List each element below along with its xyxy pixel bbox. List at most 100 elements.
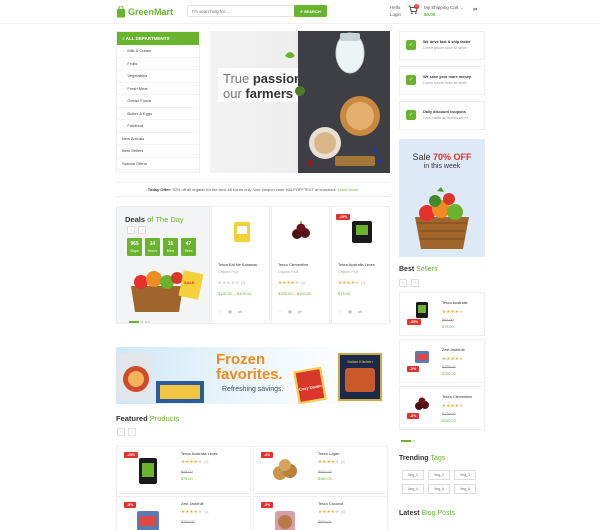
tag-chip[interactable]: Veg_1 <box>402 470 424 480</box>
deals-pagination[interactable] <box>129 319 152 325</box>
tag-chip[interactable]: Veg_2 <box>428 470 450 480</box>
frozen-subline: Refreshing savings. <box>222 386 284 393</box>
product-name[interactable]: Tesco Australia Limes <box>338 263 375 267</box>
category-icon: ◦ <box>122 110 124 116</box>
product-image[interactable] <box>133 457 163 485</box>
best-sellers-pagination[interactable] <box>401 438 417 444</box>
best-seller-item[interactable]: -8% Tesco Clementine ★★★★★ $109.00 $160.00 <box>399 386 485 430</box>
deals-next-arrow[interactable]: › <box>138 226 146 234</box>
frozen-favorites-banner[interactable]: Frozen favorites. Refreshing savings. Co… <box>116 347 390 404</box>
product-actions: ♡ ◉ ⇄ <box>278 309 302 315</box>
product-image[interactable] <box>348 220 376 244</box>
product-rating: ★★★★★ (1) <box>318 459 345 465</box>
sidebar-item[interactable]: ◦ Fastfood <box>117 120 199 133</box>
star-icon: ★ <box>458 309 464 314</box>
product-image[interactable] <box>412 348 432 366</box>
logo[interactable]: GreenMart <box>116 5 173 18</box>
sidebar-extra-item[interactable]: Best Sellers <box>117 145 199 158</box>
product-name[interactable]: Tesco Australia <box>442 301 468 305</box>
rating-stars: ★★★★★ <box>181 509 202 514</box>
learn-more-link[interactable]: Learn more <box>338 187 358 192</box>
category-icon: ◦ <box>122 60 124 66</box>
best-sellers-prev-arrow[interactable]: ‹ <box>399 279 407 287</box>
deal-product-card[interactable]: Tesco Clementine Organic Fruit ★★★★★ (1) $10… <box>271 206 330 324</box>
compare-icon[interactable]: ⇄ <box>473 7 477 13</box>
product-image[interactable] <box>270 457 300 485</box>
category-icon: ◦ <box>122 73 124 78</box>
sidebar-item[interactable]: ◦ Butter & Eggs <box>117 108 199 120</box>
product-name[interactable]: Zest Jackfruit <box>442 348 465 352</box>
quick-view-icon[interactable]: ◉ <box>288 309 292 315</box>
search-input[interactable] <box>188 6 288 16</box>
best-seller-item[interactable]: -8% Zest Jackfruit ★★★★★ $799.00 $750.00 <box>399 339 485 383</box>
tag-chip[interactable]: Veg_4 <box>402 484 424 494</box>
featured-prev-arrow[interactable]: ‹ <box>117 428 125 436</box>
product-thumbnail <box>234 222 250 242</box>
deal-product-card[interactable]: Tesco Eat Me Bananas Organic Fruit ★★★★★ (0… <box>211 206 270 324</box>
price-new: $160.00 <box>442 419 456 423</box>
sidebar-item[interactable]: ◦ Fresh Meat <box>117 83 199 95</box>
sidebar-extra-item[interactable]: Special Offers <box>117 158 199 170</box>
sale-promo-box[interactable]: Sale 70% OFF in this week <box>399 139 485 257</box>
deals-prev-arrow[interactable]: ‹ <box>127 226 135 234</box>
compare-icon[interactable]: ⇄ <box>298 309 302 315</box>
sidebar-header[interactable]: ≡ ALL DEPARTMENTS <box>117 32 199 45</box>
hero-banner[interactable]: True passionate from our farmers from <box>210 31 390 173</box>
quick-view-icon[interactable]: ◉ <box>348 309 352 315</box>
deal-product-card[interactable]: -25% Tesco Australia Limes Organic Fruit ★★… <box>331 206 390 324</box>
product-image[interactable] <box>270 507 300 530</box>
countdown-number: 14 <box>149 241 156 247</box>
product-name[interactable]: Tesco Logan <box>318 452 340 456</box>
featured-product-card[interactable]: -8% Zest Jackfruit ★★★★★ (1) $799.00 <box>116 496 251 530</box>
product-category: Organic Fruit <box>278 270 299 274</box>
best-seller-item[interactable]: -25% Tesco Australia ★★★★★ $65.00 $75.00 <box>399 292 485 336</box>
sidebar-extra-item[interactable]: New Arrivals <box>117 133 199 145</box>
countdown-number: 47 <box>185 241 192 247</box>
product-image[interactable] <box>288 220 316 244</box>
product-image[interactable] <box>228 220 256 244</box>
feature-subtitle: Lorem ipsum dolor sit amet <box>423 81 467 85</box>
product-name[interactable]: Tesco Eat Me Bananas <box>218 263 257 267</box>
best-sellers-next-arrow[interactable]: › <box>411 279 419 287</box>
star-icon: ★ <box>458 403 464 408</box>
featured-product-card[interactable]: -4% Tesco Logan ★★★★★ (1) $500.00 $480.00 <box>253 446 388 494</box>
tag-chip[interactable]: Veg_6 <box>454 484 476 494</box>
wishlist-icon[interactable]: ♡ <box>218 309 222 315</box>
category-icon: ◦ <box>122 85 124 91</box>
product-image[interactable] <box>412 395 432 413</box>
product-name[interactable]: Zest Jackfruit <box>181 502 204 506</box>
product-name[interactable]: Tesco Australia Limes <box>181 452 218 456</box>
countdown-unit: Secs <box>184 249 193 253</box>
search-button[interactable]: ⌕ SEARCH <box>294 5 327 17</box>
money-icon: ✓ <box>406 75 416 85</box>
compare-icon[interactable]: ⇄ <box>358 309 362 315</box>
account-link[interactable]: Hello Login <box>390 4 401 18</box>
product-name[interactable]: Tesco Clementine <box>278 263 308 267</box>
feature-title: We drive fast & ship faster <box>423 40 471 44</box>
rating-stars: ★★★★★ <box>218 280 239 285</box>
rating-count: (1) <box>204 510 209 514</box>
product-name[interactable]: Tesco Coconut <box>318 502 343 506</box>
cart-summary[interactable]: My Shipping Cart ⌄ $0.00 <box>424 4 464 18</box>
cart-button[interactable]: 0 <box>408 4 422 17</box>
sidebar-item[interactable]: ◦ Milk & Cream <box>117 45 199 58</box>
sidebar-item[interactable]: ◦ Fruits <box>117 58 199 70</box>
featured-product-card[interactable]: -8% Tesco Coconut ★★★★★ (0) $800.00 <box>253 496 388 530</box>
sidebar-item[interactable]: ◦ Vegetables <box>117 70 199 83</box>
featured-next-arrow[interactable]: › <box>128 428 136 436</box>
product-name[interactable]: Tesco Clementine <box>442 395 472 399</box>
price-old: $799.00 <box>181 520 195 524</box>
compare-icon[interactable]: ⇄ <box>238 309 242 315</box>
tag-chip[interactable]: Veg_3 <box>454 470 476 480</box>
product-image[interactable] <box>133 507 163 530</box>
sidebar-item[interactable]: ◦ Ocean Foods <box>117 95 199 108</box>
tag-chip[interactable]: Veg_5 <box>428 484 450 494</box>
wishlist-icon[interactable]: ♡ <box>338 309 342 315</box>
wishlist-icon[interactable]: ♡ <box>278 309 282 315</box>
rating-count: (1) <box>361 281 366 285</box>
star-icon: ★ <box>354 280 360 285</box>
featured-product-card[interactable]: -25% Tesco Australia Limes ★★★★★ (0) $65.00 $… <box>116 446 251 494</box>
product-image[interactable] <box>412 301 432 319</box>
quick-view-icon[interactable]: ◉ <box>228 309 232 315</box>
product-actions: ♡ ◉ ⇄ <box>218 309 242 315</box>
